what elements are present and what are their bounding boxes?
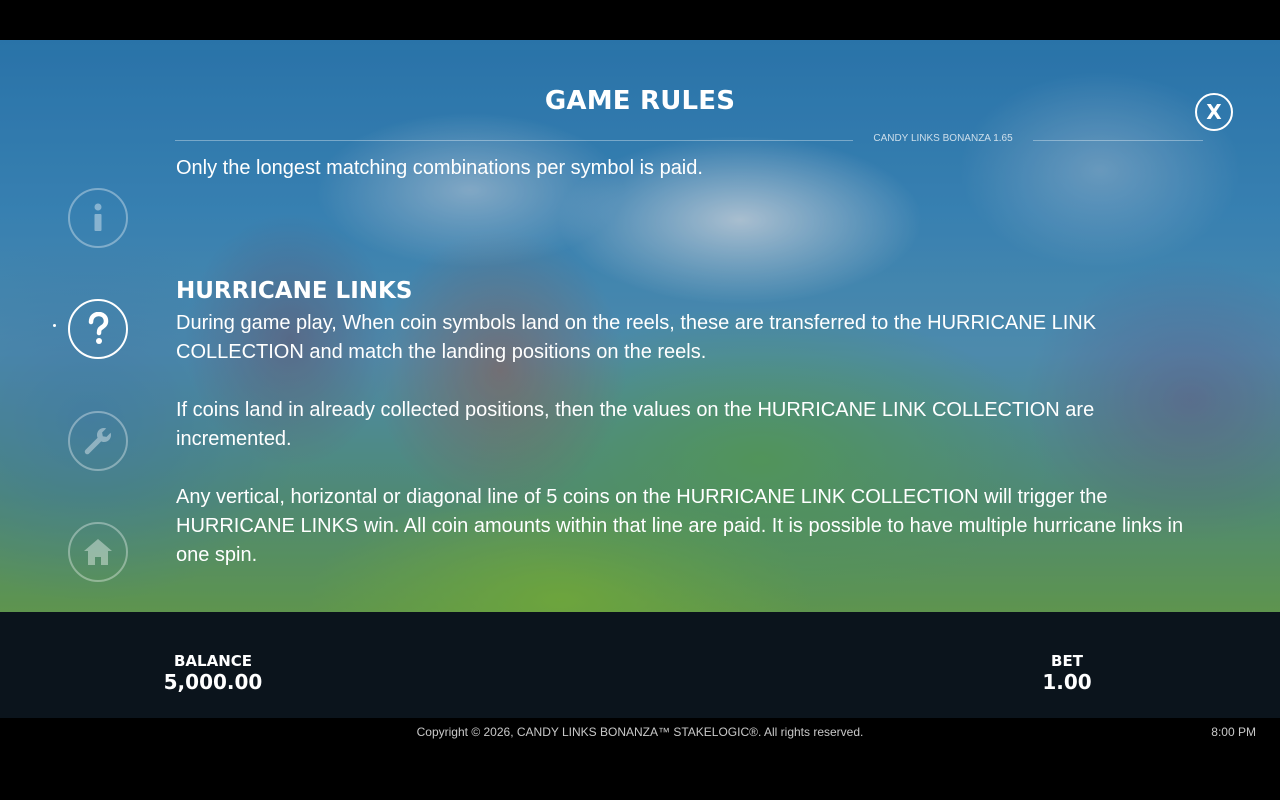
- clock: 8:00 PM: [1211, 725, 1256, 739]
- rules-paragraph: If coins land in already collected posit…: [176, 399, 1095, 450]
- home-icon: [84, 539, 112, 565]
- rules-content[interactable]: Only the longest matching combinations p…: [176, 150, 1206, 595]
- rules-intro-text: Only the longest matching combinations p…: [176, 157, 703, 179]
- wrench-icon: [84, 428, 111, 455]
- balance-label: BALANCE: [173, 652, 253, 670]
- title-divider-right: [1033, 140, 1203, 141]
- rules-paragraph: Any vertical, horizontal or diagonal lin…: [176, 486, 1184, 566]
- close-button[interactable]: X: [1195, 93, 1233, 131]
- game-version: CANDY LINKS BONANZA 1.65: [873, 133, 1013, 144]
- help-button[interactable]: [68, 299, 128, 359]
- close-icon: X: [1206, 100, 1222, 124]
- info-icon: [94, 203, 102, 231]
- settings-button[interactable]: [68, 411, 128, 471]
- info-button[interactable]: [68, 188, 128, 248]
- section-title: HURRICANE LINKS: [176, 278, 413, 304]
- bet-label: BET: [1051, 652, 1083, 670]
- home-button[interactable]: [68, 522, 128, 582]
- question-icon: [88, 312, 109, 344]
- rules-paragraph: During game play, When coin symbols land…: [176, 312, 1097, 363]
- bet-display: BET 1.00: [1017, 652, 1117, 694]
- balance-display: BALANCE 5,000.00: [148, 652, 278, 694]
- bet-value: 1.00: [1042, 670, 1092, 694]
- page-title: GAME RULES: [544, 86, 736, 116]
- top-black-bar: [0, 0, 1280, 40]
- copyright-text: Copyright © 2026, CANDY LINKS BONANZA™ S…: [416, 725, 864, 739]
- balance-value: 5,000.00: [163, 670, 263, 694]
- title-divider-left: [175, 140, 853, 141]
- active-indicator-dot: [53, 324, 56, 327]
